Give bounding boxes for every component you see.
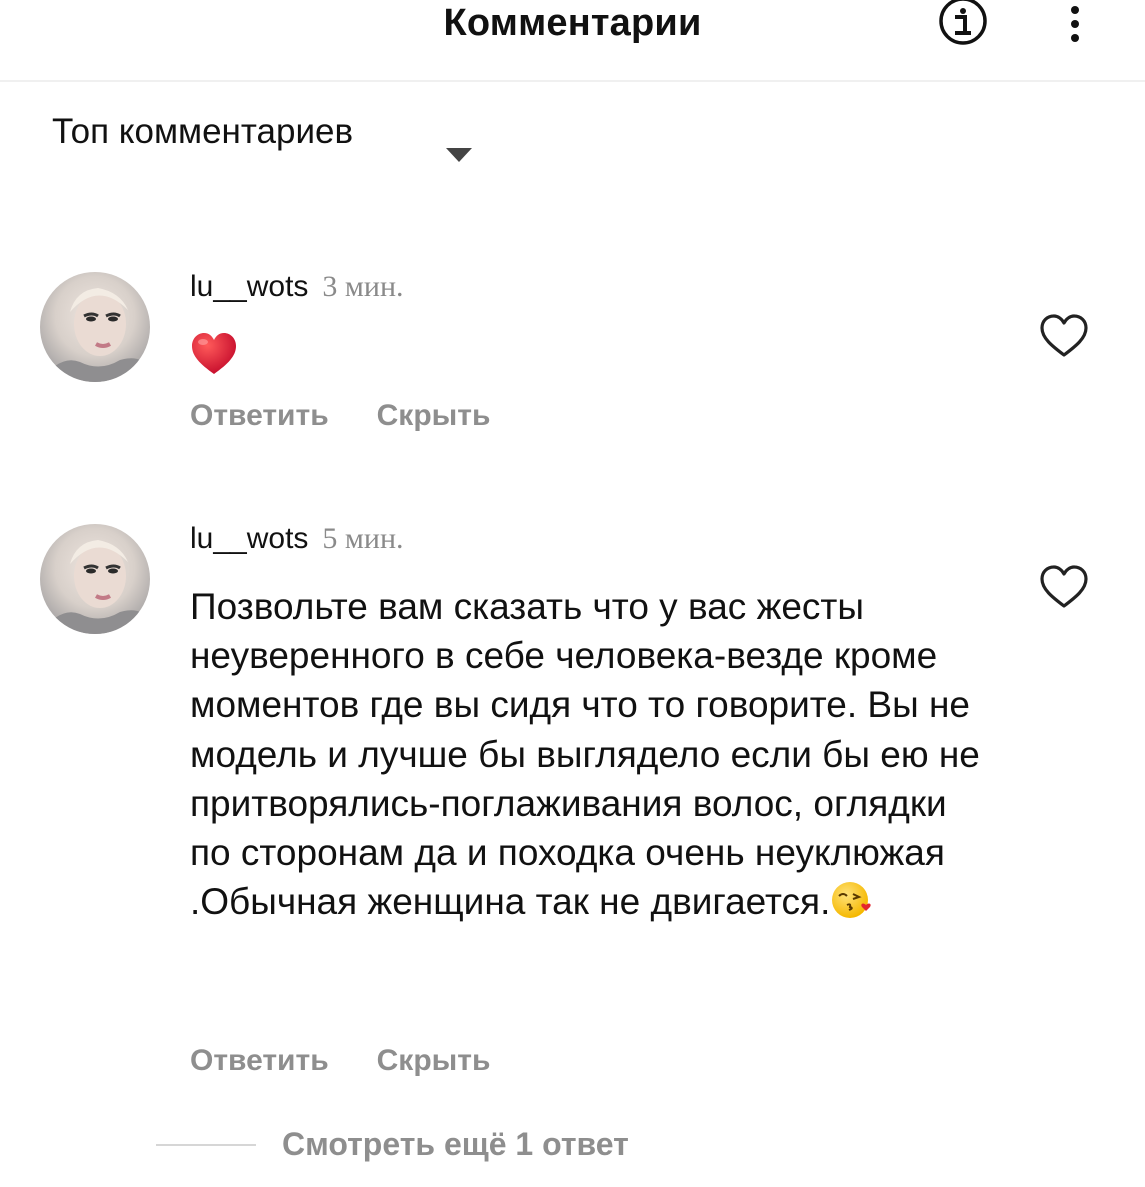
reply-button[interactable]: Ответить — [190, 1044, 329, 1078]
comment-text-block: Позвольте вам сказать что у вас жесты не… — [190, 582, 990, 926]
comment-meta: lu__wots 5 мин. — [190, 522, 404, 556]
username[interactable]: lu__wots — [190, 270, 308, 303]
dropdown-arrow-icon — [446, 148, 472, 162]
more-vertical-icon[interactable] — [1060, 0, 1090, 48]
view-replies-label: Смотреть ещё 1 ответ — [282, 1126, 629, 1162]
avatar[interactable] — [40, 524, 150, 634]
face-blowing-kiss-emoji — [832, 882, 872, 919]
heart-outline-icon[interactable] — [1038, 564, 1090, 610]
red-heart-emoji — [192, 333, 236, 374]
view-replies-button[interactable]: Смотреть ещё 1 ответ — [156, 1126, 629, 1163]
comment-text: Позвольте вам сказать что у вас жесты не… — [190, 586, 980, 923]
sort-dropdown[interactable]: Топ комментариев — [52, 108, 492, 208]
hide-button[interactable]: Скрыть — [377, 1044, 491, 1078]
username[interactable]: lu__wots — [190, 522, 308, 555]
timestamp: 5 мин. — [322, 522, 404, 555]
comment-meta: lu__wots 3 мин. — [190, 270, 404, 304]
header-bar: Комментарии — [0, 0, 1145, 82]
heart-outline-icon[interactable] — [1038, 313, 1090, 359]
info-circle-icon[interactable] — [930, 0, 996, 46]
sort-label: Топ комментариев — [52, 112, 354, 151]
replies-divider-line — [156, 1143, 256, 1146]
reply-button[interactable]: Ответить — [190, 399, 329, 433]
timestamp: 3 мин. — [322, 270, 404, 303]
avatar[interactable] — [40, 272, 150, 382]
comment-actions: Ответить Скрыть — [190, 399, 538, 433]
hide-button[interactable]: Скрыть — [377, 399, 491, 433]
comment-actions: Ответить Скрыть — [190, 1044, 538, 1078]
